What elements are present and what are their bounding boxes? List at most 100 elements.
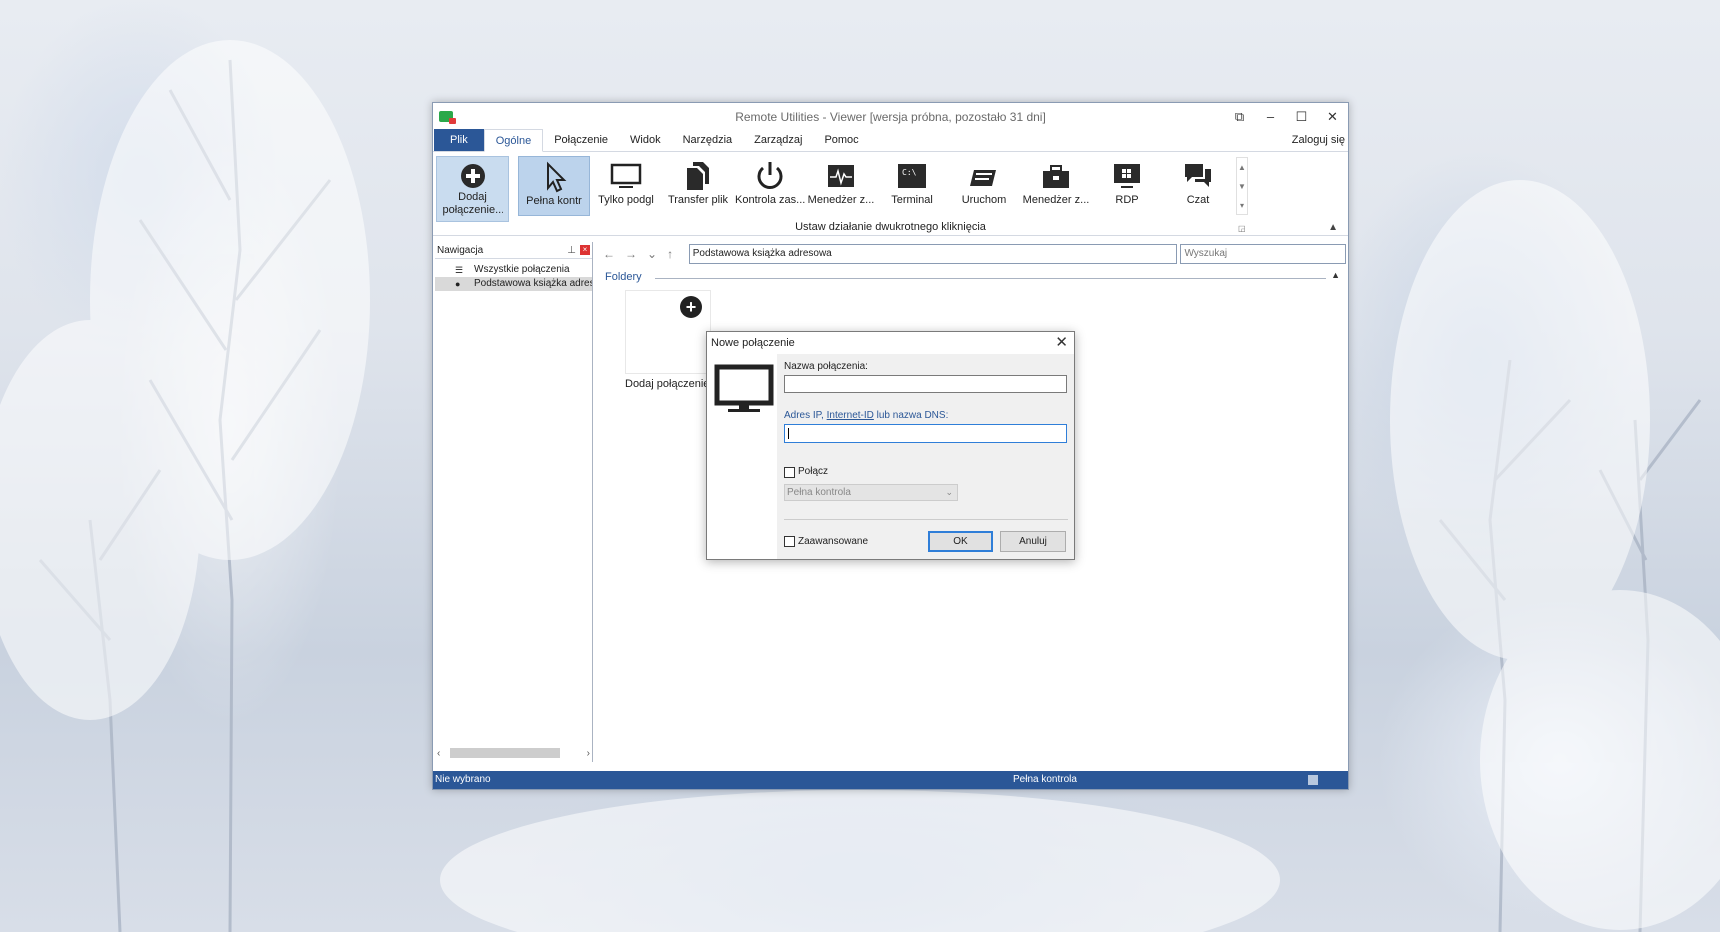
files-icon	[687, 162, 709, 190]
nav-item-address-book[interactable]: ● Podstawowa książka adresowa	[435, 277, 592, 291]
ok-button[interactable]: OK	[928, 531, 993, 552]
power-control-button[interactable]: Kontrola zas...	[735, 156, 805, 216]
ribbon-button-label: Menedżer z...	[1022, 194, 1090, 206]
minimize-button[interactable]: –	[1255, 103, 1286, 130]
forward-icon[interactable]: →	[625, 247, 637, 261]
dialog-side-panel	[707, 354, 777, 559]
svg-text:C:\: C:\	[902, 168, 917, 177]
close-icon[interactable]: ✕	[1055, 332, 1068, 354]
up-icon[interactable]: ↑	[667, 247, 673, 261]
dialog-title: Nowe połączenie	[711, 337, 795, 349]
scroll-right-icon[interactable]: ›	[587, 748, 590, 759]
tab-help[interactable]: Pomoc	[813, 129, 869, 151]
advanced-label: Zaawansowane	[798, 536, 869, 547]
pin-icon[interactable]: ⊥	[567, 245, 576, 256]
tab-view[interactable]: Widok	[619, 129, 672, 151]
add-connection-tile[interactable]: +	[625, 290, 711, 374]
ribbon-group-label: Ustaw działanie dwukrotnego kliknięcia	[795, 221, 986, 233]
connect-label: Połącz	[798, 466, 829, 477]
new-connection-dialog: Nowe połączenie ✕ Nazwa połączenia: Adre…	[706, 331, 1075, 560]
address-label: Adres IP, Internet-ID lub nazwa DNS:	[784, 410, 949, 421]
run-icon	[970, 170, 996, 186]
connection-mode-select[interactable]: Pełna kontrola ⌄	[784, 484, 958, 501]
status-icon[interactable]	[1308, 775, 1318, 785]
tab-connection[interactable]: Połączenie	[543, 129, 619, 151]
address-bar: ← → ⌄ ↑ Podstawowa książka adresowa Wysz…	[597, 244, 1346, 264]
status-mode: Pełna kontrola	[1013, 774, 1077, 785]
collapse-ribbon-icon[interactable]: ▲	[1328, 222, 1338, 233]
dialog-title-bar[interactable]: Nowe połączenie ✕	[707, 332, 1074, 354]
tab-manage[interactable]: Zarządzaj	[743, 129, 813, 151]
terminal-icon: C:\	[898, 164, 926, 188]
rdp-icon	[1114, 164, 1140, 188]
monitor-icon	[610, 163, 642, 188]
back-icon[interactable]: ←	[603, 247, 615, 261]
nav-item-all-connections[interactable]: ☰ Wszystkie połączenia	[435, 263, 592, 277]
chat-button[interactable]: Czat	[1163, 156, 1233, 216]
ribbon-button-label: RDP	[1115, 194, 1139, 206]
section-title: Foldery	[605, 271, 642, 283]
connection-name-label: Nazwa połączenia:	[784, 361, 868, 372]
view-only-button[interactable]: Tylko podgl	[591, 156, 661, 216]
navigation-panel: Nawigacja ⊥ × ☰ Wszystkie połączenia ● P…	[435, 242, 593, 762]
internet-id-link[interactable]: Internet-ID	[827, 410, 874, 421]
status-bar: Nie wybrano Pełna kontrola	[433, 771, 1348, 789]
dot-icon: ●	[455, 279, 461, 289]
horizontal-scrollbar[interactable]: ‹ ›	[437, 746, 590, 760]
device-manager-icon	[1043, 165, 1069, 188]
chat-icon	[1185, 164, 1211, 187]
ribbon-button-label: Uruchom	[961, 194, 1007, 206]
power-icon	[757, 162, 783, 189]
tab-file[interactable]: Plik	[434, 129, 484, 151]
file-transfer-button[interactable]: Transfer plik	[662, 156, 734, 216]
login-link[interactable]: Zaloguj się	[1292, 134, 1345, 146]
connection-name-field[interactable]	[784, 375, 1067, 393]
tile-label: Dodaj połączenie...	[625, 378, 719, 390]
device-manager-button[interactable]: Menedżer z...	[1021, 156, 1091, 216]
add-circle-icon: +	[680, 296, 702, 318]
restore-icon[interactable]: ⧉	[1224, 103, 1255, 130]
ribbon-button-label: Transfer plik	[667, 194, 729, 206]
scroll-left-icon[interactable]: ‹	[437, 748, 440, 759]
task-manager-icon	[828, 165, 854, 187]
title-bar[interactable]: Remote Utilities - Viewer [wersja próbna…	[433, 103, 1348, 130]
task-manager-button[interactable]: Menedżer z...	[806, 156, 876, 216]
add-connection-button[interactable]: Dodaj połączenie...	[436, 156, 509, 222]
cursor-icon	[547, 161, 567, 193]
monitor-icon	[714, 364, 774, 412]
close-panel-icon[interactable]: ×	[580, 245, 590, 255]
ribbon-gallery-scroll[interactable]: ▲ ▼ ▾	[1236, 157, 1248, 215]
history-chevron-icon[interactable]: ⌄	[647, 247, 657, 261]
ribbon: Dodaj połączenie... Pełna kontr Tylko po…	[433, 152, 1348, 236]
ribbon-button-label: Menedżer z...	[807, 194, 875, 206]
chevron-down-icon: ⌄	[945, 487, 953, 497]
close-button[interactable]: ✕	[1317, 103, 1348, 130]
rdp-button[interactable]: RDP	[1092, 156, 1162, 216]
path-field[interactable]: Podstawowa książka adresowa	[688, 244, 1178, 264]
full-control-button[interactable]: Pełna kontr	[518, 156, 590, 216]
address-field[interactable]	[784, 424, 1067, 443]
add-connection-label: Dodaj połączenie...	[442, 191, 503, 216]
connect-checkbox[interactable]	[784, 467, 795, 478]
status-selection: Nie wybrano	[435, 774, 491, 785]
list-icon: ☰	[455, 265, 464, 275]
collapse-section-icon[interactable]: ▲	[1331, 270, 1340, 280]
run-button[interactable]: Uruchom	[948, 156, 1020, 216]
add-circle-icon	[460, 164, 485, 188]
window-title: Remote Utilities - Viewer [wersja próbna…	[735, 109, 1046, 124]
tab-general[interactable]: Ogólne	[483, 129, 544, 152]
advanced-checkbox[interactable]	[784, 536, 795, 547]
ribbon-button-label: Pełna kontr	[526, 195, 582, 207]
cancel-button[interactable]: Anuluj	[1000, 531, 1066, 552]
ribbon-button-label: Kontrola zas...	[735, 194, 805, 206]
tab-tools[interactable]: Narzędzia	[672, 129, 744, 151]
dialog-launcher-icon[interactable]: ◲	[1238, 224, 1246, 233]
ribbon-button-label: Terminal	[891, 194, 933, 206]
ribbon-tabs: Plik Ogólne Połączenie Widok Narzędzia Z…	[433, 129, 1348, 152]
maximize-button[interactable]: ☐	[1286, 103, 1317, 130]
terminal-button[interactable]: C:\ Terminal	[877, 156, 947, 216]
ribbon-button-label: Czat	[1186, 194, 1210, 206]
navigation-title: Nawigacja	[437, 244, 484, 256]
search-input[interactable]: Wyszukaj	[1180, 244, 1346, 264]
ribbon-button-label: Tylko podgl	[598, 194, 654, 206]
